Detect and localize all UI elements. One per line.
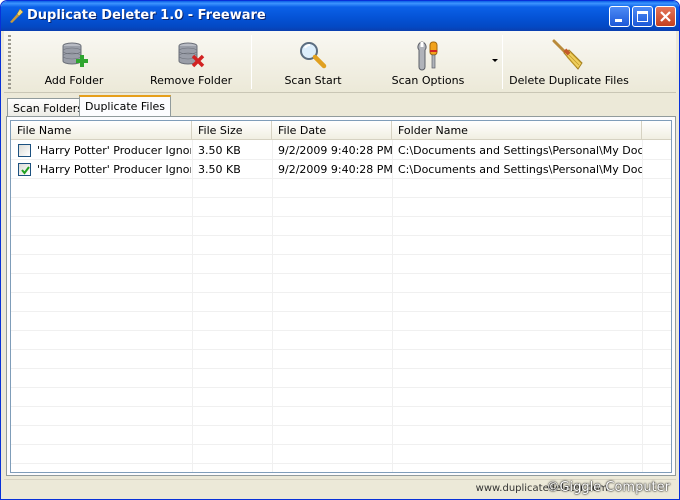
remove-folder-button[interactable]: Remove Folder xyxy=(150,33,233,91)
app-icon xyxy=(10,8,24,23)
tab-panel: File Name File Size File Date Folder Nam… xyxy=(6,116,676,476)
grid-line xyxy=(11,273,671,274)
table-row[interactable]: 'Harry Potter' Producer Ignor... 3.50 KB… xyxy=(11,141,671,160)
maximize-button[interactable] xyxy=(632,6,653,27)
grid-line xyxy=(11,463,671,464)
status-bar: www.duplicatedeleter.com ©Giggle Compute… xyxy=(4,479,676,499)
window-title: Duplicate Deleter 1.0 - Freeware xyxy=(27,8,266,23)
column-header-filler xyxy=(642,121,671,140)
cell-file-size: 3.50 KB xyxy=(198,144,241,157)
title-bar[interactable]: Duplicate Deleter 1.0 - Freeware xyxy=(1,1,679,31)
grid-line xyxy=(11,197,671,198)
cell-file-date: 9/2/2009 9:40:28 PM xyxy=(278,144,392,157)
checkmark-icon xyxy=(21,166,30,175)
toolbar-separator xyxy=(251,35,252,89)
app-window: Duplicate Deleter 1.0 - Freeware Add Fol… xyxy=(0,0,680,500)
tab-scan-folders[interactable]: Scan Folders xyxy=(7,98,89,116)
row-checkbox[interactable] xyxy=(18,163,31,176)
minimize-icon xyxy=(615,19,622,22)
grid-line xyxy=(11,425,671,426)
remove-folder-label: Remove Folder xyxy=(150,74,233,87)
add-folder-icon xyxy=(62,42,88,67)
cell-file-size: 3.50 KB xyxy=(198,163,241,176)
tools-icon xyxy=(417,41,438,71)
cell-file-date: 9/2/2009 9:40:28 PM xyxy=(278,163,392,176)
table-row[interactable]: 'Harry Potter' Producer Ignor... 3.50 KB… xyxy=(11,160,671,179)
scan-options-label: Scan Options xyxy=(391,74,465,87)
column-header-file-date[interactable]: File Date xyxy=(272,121,392,140)
cell-folder-name: C:\Documents and Settings\Personal\My Do… xyxy=(398,144,642,157)
delete-duplicate-files-button[interactable]: Delete Duplicate Files xyxy=(509,33,629,91)
column-header-file-size[interactable]: File Size xyxy=(192,121,272,140)
scan-options-dropdown-arrow[interactable] xyxy=(492,59,498,62)
cell-file-name: 'Harry Potter' Producer Ignor... xyxy=(37,144,191,157)
grid-line xyxy=(11,311,671,312)
grid-line xyxy=(11,349,671,350)
grid-line xyxy=(11,387,671,388)
grid-line xyxy=(11,292,671,293)
grid-line xyxy=(11,444,671,445)
grid-line xyxy=(392,140,393,472)
scan-options-button[interactable]: Scan Options xyxy=(388,33,468,91)
close-icon xyxy=(660,11,671,22)
grid-line xyxy=(11,330,671,331)
minimize-button[interactable] xyxy=(609,6,630,27)
add-folder-label: Add Folder xyxy=(44,74,104,87)
grid-line xyxy=(11,235,671,236)
column-header-folder-name[interactable]: Folder Name xyxy=(392,121,642,140)
grid-line xyxy=(11,368,671,369)
maximize-icon xyxy=(637,11,648,22)
remove-folder-icon xyxy=(178,42,205,68)
cell-file-name: 'Harry Potter' Producer Ignor... xyxy=(37,163,191,176)
toolbar-separator xyxy=(502,35,503,89)
watermark: ©Giggle Computer xyxy=(546,480,670,495)
grid-line xyxy=(642,140,643,472)
cell-folder-name: C:\Documents and Settings\Personal\My Do… xyxy=(398,163,642,176)
row-checkbox[interactable] xyxy=(18,144,31,157)
grid-line xyxy=(192,140,193,472)
grid-line xyxy=(11,254,671,255)
broom-icon xyxy=(552,39,583,70)
toolbar-grip[interactable] xyxy=(8,35,11,89)
toolbar: Add Folder Remove Folder Scan Start Scan… xyxy=(4,31,676,93)
add-folder-button[interactable]: Add Folder xyxy=(34,33,114,91)
delete-duplicate-files-label: Delete Duplicate Files xyxy=(509,74,629,87)
magnifier-icon xyxy=(300,42,327,69)
grid-line xyxy=(11,216,671,217)
tab-duplicate-files[interactable]: Duplicate Files xyxy=(79,95,172,116)
grid-line xyxy=(272,140,273,472)
column-header-file-name[interactable]: File Name xyxy=(11,121,192,140)
tab-strip: Scan Folders Duplicate Files xyxy=(5,95,677,117)
scan-start-button[interactable]: Scan Start xyxy=(273,33,353,91)
grid-line xyxy=(11,406,671,407)
duplicate-files-list[interactable]: File Name File Size File Date Folder Nam… xyxy=(10,120,672,473)
scan-start-label: Scan Start xyxy=(284,74,342,87)
close-button[interactable] xyxy=(655,6,676,27)
list-header: File Name File Size File Date Folder Nam… xyxy=(11,121,671,140)
